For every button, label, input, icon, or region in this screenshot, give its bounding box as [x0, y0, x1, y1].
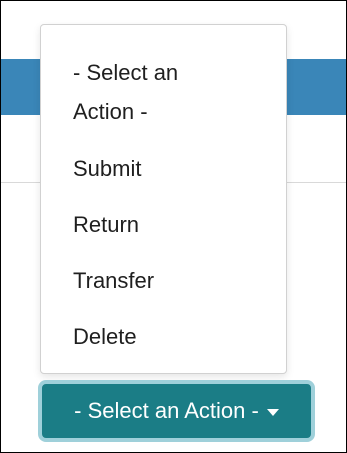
action-dropdown-menu: - Select an Action - Submit Return Trans…	[40, 24, 287, 374]
dropdown-item-transfer[interactable]: Transfer	[41, 261, 286, 300]
dropdown-item-submit[interactable]: Submit	[41, 149, 286, 188]
dropdown-item-return[interactable]: Return	[41, 205, 286, 244]
select-action-button[interactable]: - Select an Action -	[38, 380, 315, 442]
screenshot-frame: - Select an Action - Submit Return Trans…	[0, 0, 347, 453]
caret-down-icon	[266, 408, 279, 416]
dropdown-item-delete[interactable]: Delete	[41, 317, 286, 356]
dropdown-item-select-action[interactable]: - Select an Action -	[41, 53, 255, 131]
select-action-button-label: - Select an Action -	[74, 398, 259, 423]
